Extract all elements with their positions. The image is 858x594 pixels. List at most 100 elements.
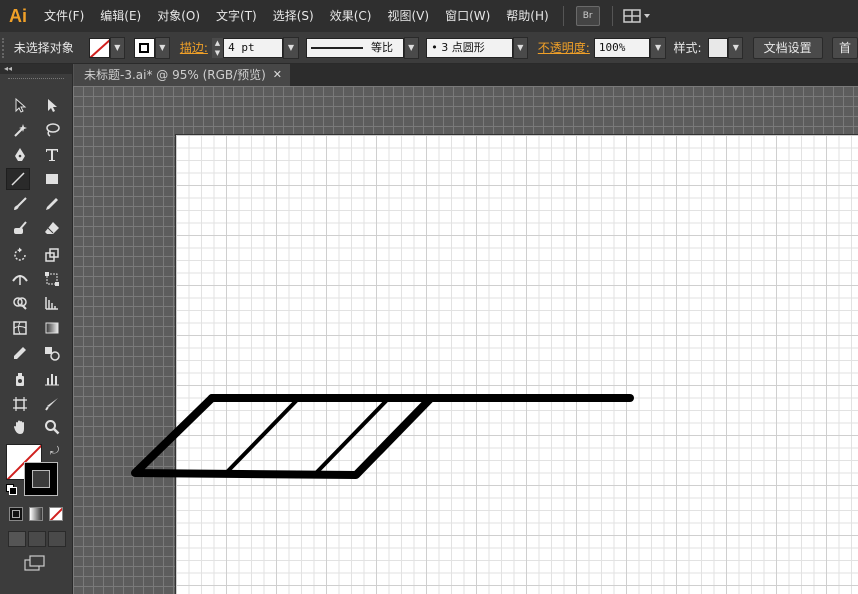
menu-effect[interactable]: 效果(C): [322, 0, 380, 32]
tools-panel-grip[interactable]: [8, 78, 64, 83]
menu-select[interactable]: 选择(S): [265, 0, 322, 32]
blend-tool[interactable]: [40, 342, 64, 364]
gradient-tool[interactable]: [40, 317, 64, 339]
hand-tool[interactable]: [8, 416, 32, 438]
column-graph-icon: [45, 374, 59, 386]
canvas-pasteboard[interactable]: [73, 86, 858, 594]
menu-bar: Ai 文件(F) 编辑(E) 对象(O) 文字(T) 选择(S) 效果(C) 视…: [0, 0, 858, 32]
pen-tool[interactable]: [8, 144, 32, 166]
chevron-down-icon: ▼: [517, 43, 524, 52]
close-icon[interactable]: ✕: [273, 64, 282, 86]
rectangle-tool[interactable]: [40, 168, 64, 190]
drawing-layer[interactable]: [73, 86, 858, 594]
direct-selection-arrow-icon: [48, 99, 57, 112]
document-tab[interactable]: 未标题-3.ai* @ 95% (RGB/预览) ✕: [74, 64, 290, 86]
symbol-sprayer-tool[interactable]: [8, 368, 32, 390]
diagonal-stripe-1[interactable]: [225, 398, 299, 474]
parallelogram-shape[interactable]: [131, 394, 435, 479]
fill-swatch[interactable]: [89, 37, 110, 58]
stroke-swatch[interactable]: [134, 37, 155, 58]
pen-nib-icon: [15, 148, 25, 161]
style-dropdown[interactable]: ▼: [728, 36, 744, 59]
profile-line-icon: [311, 46, 363, 49]
chevron-down-icon: ▼: [114, 43, 121, 52]
pencil-tool[interactable]: [40, 193, 64, 215]
opacity-dropdown[interactable]: ▼: [650, 36, 666, 59]
chevron-down-icon: ▼: [408, 43, 415, 52]
opacity-field[interactable]: 100%: [593, 37, 651, 58]
shape-builder-icon: [13, 297, 27, 310]
magic-wand-tool[interactable]: [8, 119, 32, 141]
stroke-dropdown[interactable]: ▼: [154, 36, 170, 59]
slice-knife-icon: [45, 398, 58, 411]
stroke-label[interactable]: 描边:: [170, 39, 212, 56]
brush-dropdown[interactable]: ▼: [512, 36, 528, 59]
profile-dropdown[interactable]: ▼: [403, 36, 419, 59]
menu-help[interactable]: 帮助(H): [498, 0, 556, 32]
color-mode-button[interactable]: [9, 507, 23, 521]
tools-panel-header[interactable]: ◂◂: [0, 64, 72, 74]
eyedropper-icon: [14, 347, 26, 359]
zoom-tool[interactable]: [40, 416, 64, 438]
lasso-tool[interactable]: [40, 119, 64, 141]
eyedropper-tool[interactable]: [8, 342, 32, 364]
opacity-label[interactable]: 不透明度:: [528, 39, 594, 56]
arrange-documents-icon: [622, 9, 650, 23]
chevron-down-icon: ▼: [654, 43, 662, 52]
swap-fill-stroke-icon[interactable]: ⤾: [50, 444, 59, 458]
shape-builder-tool[interactable]: [8, 292, 32, 314]
draw-behind-button[interactable]: [28, 531, 46, 547]
menu-file[interactable]: 文件(F): [36, 0, 92, 32]
variable-width-profile[interactable]: 等比: [306, 37, 404, 58]
direct-selection-tool[interactable]: [40, 94, 64, 116]
arrange-documents-button[interactable]: [622, 8, 651, 24]
mesh-tool[interactable]: [8, 317, 32, 339]
width-tool[interactable]: [8, 268, 32, 290]
slice-tool[interactable]: [40, 393, 64, 415]
style-label: 样式:: [673, 41, 702, 55]
perspective-grid-tool[interactable]: [40, 292, 64, 314]
eraser-tool[interactable]: [40, 217, 64, 239]
stepper-down-icon[interactable]: ▼: [211, 47, 224, 58]
free-transform-tool[interactable]: [40, 268, 64, 290]
stroke-weight-stepper[interactable]: ▲ ▼: [211, 37, 224, 58]
stroke-weight-field[interactable]: 4 pt: [223, 37, 284, 58]
menu-object[interactable]: 对象(O): [149, 0, 208, 32]
brush-definition[interactable]: • 3 点圆形: [426, 37, 513, 58]
chevron-down-icon: ▼: [287, 43, 295, 52]
menu-divider: [562, 6, 564, 26]
gradient-mode-button[interactable]: [29, 507, 43, 521]
graphic-style-swatch[interactable]: [707, 37, 729, 58]
screen-mode-icon: [24, 555, 45, 571]
draw-normal-button[interactable]: [8, 531, 26, 547]
scale-icon: [45, 248, 59, 262]
lasso-icon: [46, 123, 60, 137]
document-setup-button[interactable]: 文档设置: [752, 36, 823, 59]
draw-inside-button[interactable]: [48, 531, 66, 547]
stroke-color-swatch[interactable]: [24, 462, 58, 496]
stroke-weight-dropdown[interactable]: ▼: [283, 36, 299, 59]
preferences-button[interactable]: 首: [831, 36, 858, 59]
artboard-tool[interactable]: [8, 393, 32, 415]
none-mode-button[interactable]: [49, 507, 63, 521]
blob-brush-tool[interactable]: [8, 217, 32, 239]
column-graph-tool[interactable]: [40, 368, 64, 390]
default-fill-stroke-icon[interactable]: [6, 484, 17, 495]
scale-tool[interactable]: [40, 244, 64, 266]
type-tool[interactable]: [40, 144, 64, 166]
menu-view[interactable]: 视图(V): [379, 0, 437, 32]
paintbrush-tool[interactable]: [8, 193, 32, 215]
rotate-tool[interactable]: [8, 244, 32, 266]
mesh-icon: [13, 321, 27, 335]
stepper-up-icon[interactable]: ▲: [211, 37, 224, 48]
diagonal-stripe-2[interactable]: [315, 398, 389, 474]
fill-dropdown[interactable]: ▼: [109, 36, 125, 59]
bridge-button[interactable]: Br: [575, 6, 600, 26]
profile-label: 等比: [371, 40, 393, 54]
menu-type[interactable]: 文字(T): [208, 0, 265, 32]
screen-mode-button[interactable]: [24, 555, 46, 571]
selection-tool[interactable]: [8, 94, 32, 116]
menu-window[interactable]: 窗口(W): [437, 0, 498, 32]
line-segment-tool[interactable]: [6, 168, 30, 190]
menu-edit[interactable]: 编辑(E): [92, 0, 149, 32]
